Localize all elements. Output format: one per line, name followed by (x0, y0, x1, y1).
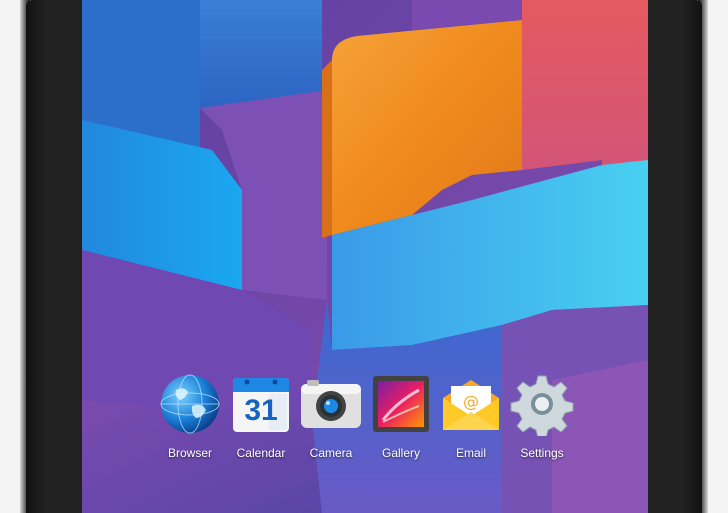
email-icon: @ (443, 380, 499, 430)
app-camera[interactable] (299, 372, 363, 436)
app-calendar[interactable]: 31 (229, 372, 293, 436)
gear-icon (510, 375, 574, 439)
app-label-email: Email (455, 446, 486, 460)
app-label-gallery: Gallery (381, 446, 420, 460)
globe-icon (160, 374, 220, 434)
home-screen: 31 @ Browser Calendar Camera Gallery Ema… (82, 0, 648, 513)
camera-icon (301, 380, 361, 428)
calendar-day: 31 (244, 394, 278, 427)
app-browser[interactable] (158, 372, 222, 436)
app-label-settings: Settings (520, 446, 564, 460)
wallpaper (82, 0, 648, 513)
app-settings[interactable] (510, 372, 574, 439)
app-label-camera: Camera (309, 446, 353, 460)
app-gallery[interactable] (369, 372, 433, 436)
svg-text:@: @ (463, 392, 479, 411)
app-label-browser: Browser (167, 446, 212, 460)
app-email[interactable]: @ (439, 372, 503, 436)
gallery-icon (373, 376, 429, 432)
app-label-calendar: Calendar (236, 446, 286, 460)
